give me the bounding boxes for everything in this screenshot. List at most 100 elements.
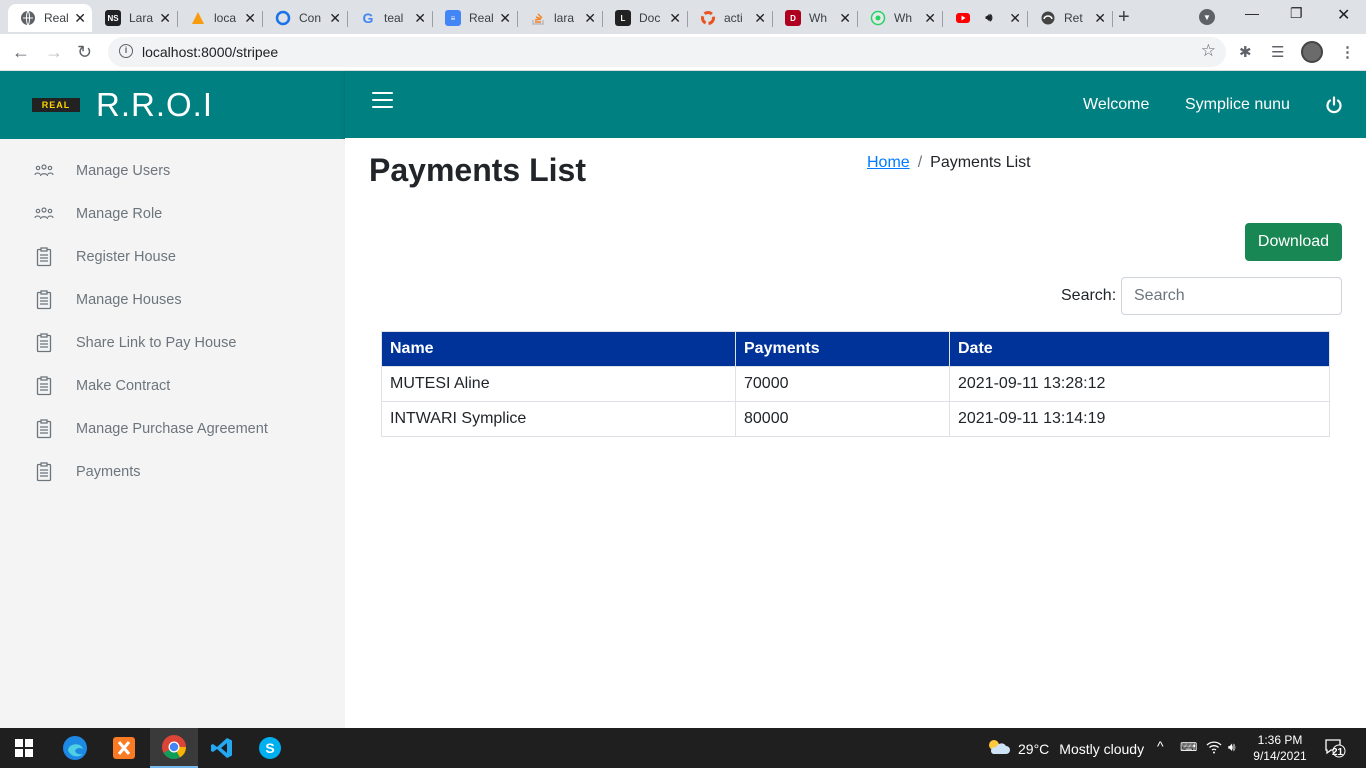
tray-expand-icon[interactable]: ^ xyxy=(1157,738,1164,754)
welcome-link[interactable]: Welcome xyxy=(1083,96,1149,114)
browser-menu-icon[interactable]: ⋮ xyxy=(1340,43,1355,61)
cell-name: INTWARI Symplice xyxy=(381,401,736,437)
docs-icon: ≡ xyxy=(445,10,461,26)
close-tab-icon[interactable]: ✕ xyxy=(159,10,171,26)
close-tab-icon[interactable]: ✕ xyxy=(74,10,86,26)
profile-avatar[interactable] xyxy=(1301,41,1323,63)
main-content: Payments List Home / Payments List Downloa… xyxy=(345,138,1366,728)
column-header-name[interactable]: Name xyxy=(381,331,736,367)
tab-doc[interactable]: L Doc ✕ xyxy=(603,4,688,32)
tab-wh-1[interactable]: D Wh ✕ xyxy=(773,4,858,32)
notification-count: 21 xyxy=(1332,747,1344,758)
tab-lara-1[interactable]: NS Lara ✕ xyxy=(93,4,178,32)
url-text[interactable]: localhost:8000/stripee xyxy=(142,44,278,60)
close-tab-icon[interactable]: ✕ xyxy=(839,10,851,26)
reload-icon[interactable]: ↻ xyxy=(77,41,92,63)
tab-real-2[interactable]: ≡ Real ✕ xyxy=(433,4,518,32)
tab-wh-2[interactable]: Wh ✕ xyxy=(858,4,943,32)
forward-icon[interactable]: → xyxy=(45,41,63,63)
restore-icon[interactable]: ❐ xyxy=(1290,5,1303,22)
close-tab-icon[interactable]: ✕ xyxy=(1009,10,1021,26)
sidebar-item-share-link[interactable]: Share Link to Pay House xyxy=(0,321,345,364)
brand-logo: REAL xyxy=(32,98,80,112)
brand-header[interactable]: REAL R.R.O.I xyxy=(0,71,345,139)
extensions-icon[interactable]: ✱ xyxy=(1239,43,1252,61)
stackoverflow-icon xyxy=(530,10,546,26)
tab-con[interactable]: Con ✕ xyxy=(263,4,348,32)
close-tab-icon[interactable]: ✕ xyxy=(754,10,766,26)
close-tab-icon[interactable]: ✕ xyxy=(414,10,426,26)
tab-search-icon[interactable]: ▼ xyxy=(1199,9,1215,25)
l-icon: L xyxy=(615,10,631,26)
tab-teal[interactable]: G teal ✕ xyxy=(348,4,433,32)
close-tab-icon[interactable]: ✕ xyxy=(669,10,681,26)
download-button[interactable]: Download xyxy=(1245,223,1342,261)
windows-start-icon[interactable] xyxy=(0,728,48,768)
minimize-icon[interactable]: — xyxy=(1245,5,1259,21)
tab-loca[interactable]: loca ✕ xyxy=(178,4,263,32)
weather-widget[interactable]: 29°C Mostly cloudy xyxy=(986,738,1144,759)
breadcrumb-home-link[interactable]: Home xyxy=(867,154,910,171)
table-row: INTWARI Symplice 80000 2021-09-11 13:14:… xyxy=(381,401,1330,437)
sidebar: REAL R.R.O.I Manage Users Manage Role Re… xyxy=(0,71,345,728)
tab-acti[interactable]: acti ✕ xyxy=(688,4,773,32)
close-tab-icon[interactable]: ✕ xyxy=(329,10,341,26)
column-header-payments[interactable]: Payments xyxy=(735,331,950,367)
whatsapp-icon xyxy=(870,10,886,26)
sidebar-item-manage-houses[interactable]: Manage Houses xyxy=(0,278,345,321)
sidebar-item-manage-users[interactable]: Manage Users xyxy=(0,149,345,192)
breadcrumb-current: Payments List xyxy=(930,154,1031,171)
media-queue-icon[interactable]: ☰ xyxy=(1271,43,1284,61)
breadcrumb-separator: / xyxy=(917,154,923,171)
system-clock[interactable]: 1:36 PM 9/14/2021 xyxy=(1252,732,1308,764)
windows-taskbar: S 29°C Mostly cloudy ^ ⌨ 🔊︎ 1:36 PM 9/14… xyxy=(0,728,1366,768)
xampp-app-icon[interactable] xyxy=(100,728,148,768)
clipboard-icon xyxy=(34,332,54,354)
close-tab-icon[interactable]: ✕ xyxy=(244,10,256,26)
tab-lara-2[interactable]: lara ✕ xyxy=(518,4,603,32)
wifi-icon[interactable] xyxy=(1206,740,1222,757)
hamburger-menu-icon[interactable] xyxy=(372,92,393,108)
tab-ret[interactable]: Ret ✕ xyxy=(1028,4,1113,32)
vscode-app-icon[interactable] xyxy=(198,728,246,768)
sidebar-item-payments[interactable]: Payments xyxy=(0,450,345,493)
close-tab-icon[interactable]: ✕ xyxy=(584,10,596,26)
back-icon[interactable]: ← xyxy=(12,41,30,63)
clock-date: 9/14/2021 xyxy=(1253,749,1307,763)
site-info-icon[interactable]: i xyxy=(119,44,133,58)
top-navbar: Welcome Symplice nunu xyxy=(345,71,1366,138)
tab-real-1[interactable]: Real ✕ xyxy=(8,4,92,32)
volume-icon[interactable]: 🔊︎ xyxy=(1228,740,1236,755)
cell-name: MUTESI Aline xyxy=(381,366,736,402)
skype-app-icon[interactable]: S xyxy=(246,728,294,768)
tab-youtube[interactable]: 🔊︎ ✕ xyxy=(943,4,1028,32)
bookmark-star-icon[interactable]: ☆ xyxy=(1201,41,1216,61)
keyboard-language-icon[interactable]: ⌨ xyxy=(1180,740,1197,754)
close-window-icon[interactable]: ✕ xyxy=(1337,5,1350,25)
breadcrumb: Home / Payments List xyxy=(867,154,1031,172)
close-tab-icon[interactable]: ✕ xyxy=(924,10,936,26)
sidebar-item-manage-role[interactable]: Manage Role xyxy=(0,192,345,235)
cell-date: 2021-09-11 13:14:19 xyxy=(949,401,1330,437)
clipboard-icon xyxy=(34,246,54,268)
clock-time: 1:36 PM xyxy=(1257,733,1303,747)
users-icon xyxy=(34,160,54,182)
power-logout-icon[interactable] xyxy=(1324,95,1344,115)
column-header-date[interactable]: Date xyxy=(949,331,1330,367)
svg-text:S: S xyxy=(265,740,274,756)
speaker-icon[interactable]: 🔊︎ xyxy=(981,10,997,26)
chrome-app-icon[interactable] xyxy=(150,728,198,768)
address-bar[interactable]: i localhost:8000/stripee ☆ xyxy=(108,37,1226,67)
circle-icon xyxy=(275,10,291,26)
sidebar-item-purchase-agreement[interactable]: Manage Purchase Agreement xyxy=(0,407,345,450)
sidebar-item-make-contract[interactable]: Make Contract xyxy=(0,364,345,407)
close-tab-icon[interactable]: ✕ xyxy=(1094,10,1106,26)
ubuntu-icon xyxy=(700,10,716,26)
edge-app-icon[interactable] xyxy=(51,728,99,768)
close-tab-icon[interactable]: ✕ xyxy=(499,10,511,26)
sidebar-item-register-house[interactable]: Register House xyxy=(0,235,345,278)
new-tab-icon[interactable]: + xyxy=(1118,6,1130,28)
browser-toolbar: ← → ↻ i localhost:8000/stripee ☆ ✱ ☰ ⋮ xyxy=(0,34,1366,71)
search-input[interactable] xyxy=(1121,277,1342,315)
username-link[interactable]: Symplice nunu xyxy=(1185,96,1290,114)
